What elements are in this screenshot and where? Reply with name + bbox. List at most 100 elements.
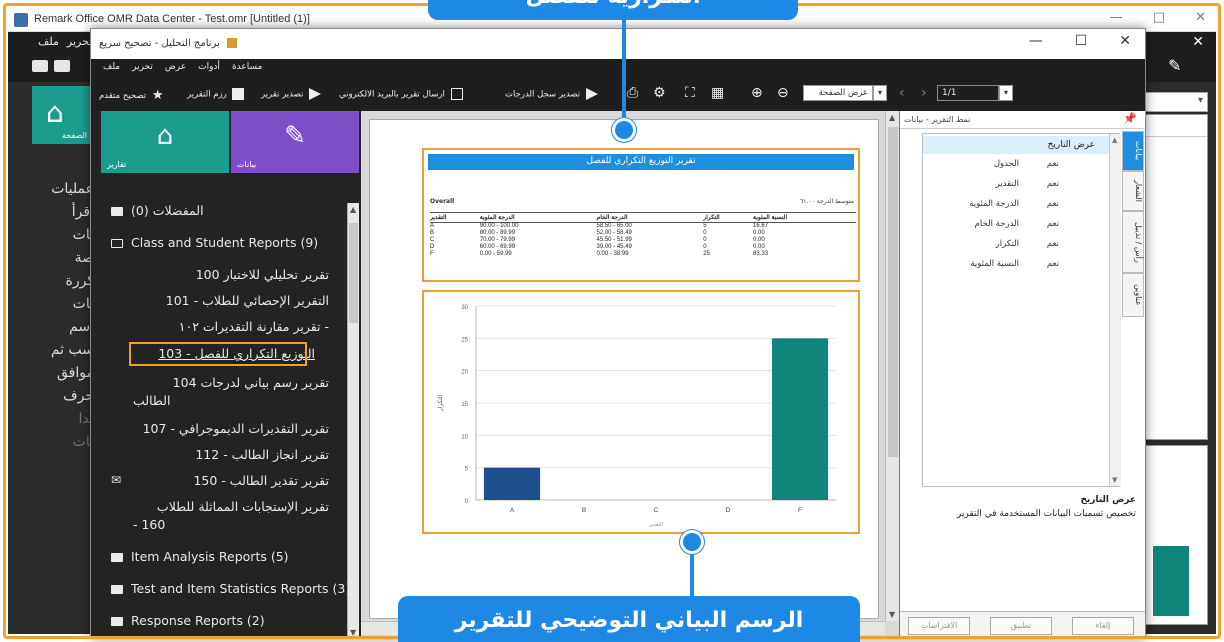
bg-sidebar-item[interactable]: لدا (28, 408, 94, 431)
folder-icon (111, 207, 123, 216)
apply-button[interactable]: تطبيق (990, 617, 1052, 635)
tree-item-104[interactable]: تقرير رسم بياني لدرجات 104 (173, 375, 329, 390)
tree-item-102[interactable]: - تقرير مقارنة التقديرات ١٠٢ (179, 319, 329, 334)
scroll-up-icon[interactable]: ▲ (1112, 136, 1117, 144)
bg-sidebar-item[interactable]: تات (28, 224, 94, 247)
maximize-button[interactable]: ☐ (1075, 33, 1088, 49)
bg-sidebar-item[interactable]: عمليات (28, 178, 94, 201)
list-item[interactable]: الجدول نعم (923, 156, 1119, 174)
pin-icon[interactable]: 📌 (1123, 112, 1137, 125)
tree-item-160-cont[interactable]: 160 - (133, 517, 165, 532)
reports-tile[interactable]: ⌂ تقارير (101, 111, 229, 173)
tree-folder-response[interactable]: Response Reports (2) (111, 613, 265, 628)
prev-page-icon[interactable]: ‹ (899, 85, 905, 101)
tree-item-104-cont[interactable]: الطالب (133, 393, 170, 408)
advanced-grade-button[interactable]: ★ تصحيح متقدم (99, 88, 163, 103)
settings-icon[interactable]: ⚙ (653, 85, 666, 101)
report-packets-button[interactable]: رزم التقرير (187, 88, 245, 100)
list-item[interactable]: الدرجة المئوية نعم (923, 196, 1119, 214)
tree-folder-class-student[interactable]: Class and Student Reports (9) (111, 235, 318, 250)
tree-item-150[interactable]: تقرير تقدير الطالب - 150 (193, 473, 329, 488)
close-button[interactable]: ✕ (1119, 33, 1131, 49)
preview-v-thumb[interactable] (888, 127, 898, 457)
scroll-up-icon[interactable]: ▲ (350, 205, 356, 214)
list-item[interactable]: التقدير نعم (923, 176, 1119, 194)
tab-data[interactable]: بيانات (1122, 131, 1144, 171)
next-page-icon[interactable]: › (921, 85, 927, 101)
minimize-button[interactable]: — (1110, 10, 1123, 25)
edit-icon[interactable]: ✎ (1168, 56, 1181, 75)
tree-scroll-thumb[interactable] (349, 223, 358, 323)
close-icon[interactable]: ✕ (1180, 450, 1191, 465)
menu-help[interactable]: مساعدة (232, 62, 262, 72)
export-report-button[interactable]: تصدير تقرير (261, 88, 322, 100)
tree-item-160[interactable]: تقرير الإستجابات المماثلة للطلاب (157, 499, 329, 514)
preview-v-scrollbar[interactable]: ▲ ▼ (885, 111, 899, 621)
data-tile[interactable]: ✎ بيانات (231, 111, 359, 173)
x-tick-label: A (510, 507, 515, 514)
tree-scrollbar[interactable]: ▲ ▼ (347, 203, 359, 639)
folder-icon[interactable] (54, 60, 70, 72)
settings-scrollbar[interactable]: ▲ ▼ (1109, 134, 1121, 486)
bg-inner-close-icon[interactable]: ✕ (1192, 34, 1204, 50)
bg-sidebar-item[interactable]: صة (28, 247, 94, 270)
print-icon[interactable]: ⎙ (627, 85, 638, 101)
bg-sidebar-item[interactable]: تات (28, 293, 94, 316)
list-item[interactable]: التكرار نعم (923, 236, 1119, 254)
table-cell: 0.00 (753, 237, 765, 243)
chevron-down-icon[interactable]: ▾ (873, 85, 887, 101)
table-cell: 52.00 - 58.49 (596, 230, 632, 236)
menu-edit[interactable]: تحرير (132, 62, 153, 72)
tab-titles[interactable]: عناوين (1122, 273, 1144, 317)
fullscreen-icon[interactable]: ⛶ (685, 85, 695, 101)
cancel-button[interactable]: إلغاء (1072, 617, 1134, 635)
list-item[interactable]: النسبة المئوية نعم (923, 256, 1119, 274)
tree-folder-test-item-stats[interactable]: Test and Item Statistics Reports (3) (111, 581, 350, 596)
menu-view[interactable]: عرض (165, 62, 186, 72)
bg-sidebar-item[interactable]: حرف (28, 385, 94, 408)
tree-folder-item-analysis[interactable]: Item Analysis Reports (5) (111, 549, 289, 564)
tree-item-112[interactable]: تقرير انجاز الطالب - 112 (195, 447, 329, 462)
menu-tools[interactable]: أدوات (198, 62, 220, 72)
list-item-show-date[interactable]: عرض التاريخ (923, 136, 1119, 154)
tree-item-100[interactable]: تقرير تحليلي للاختبار 100 (196, 267, 329, 282)
tab-logo[interactable]: الشعار (1122, 171, 1144, 211)
bg-menu-file[interactable]: ملف (38, 35, 59, 48)
bg-sidebar-list: عمليات إقرأ تات صة كررة تات اسم سب ثم مو… (28, 178, 94, 454)
zoom-select[interactable]: عرض الصفحة (803, 85, 873, 101)
page-number-field[interactable]: 1/1 (937, 85, 999, 101)
bg-home-tile[interactable]: ⌂ الصفحة (32, 86, 90, 144)
close-button[interactable]: ✕ (1195, 10, 1206, 25)
tree-item-101[interactable]: التقرير الإحصائي للطلاب - 101 (166, 293, 329, 308)
zoom-in-icon[interactable]: ⊕ (751, 85, 763, 101)
email-report-button[interactable]: ارسال تقرير بالبريد الالكتروني (339, 88, 463, 100)
defaults-button[interactable]: الافتراضات (908, 617, 970, 635)
bg-window-controls: — □ ✕ (1110, 10, 1206, 25)
open-icon[interactable] (32, 60, 48, 72)
tab-header-footer[interactable]: رأس / تذييل (1122, 211, 1144, 273)
scroll-up-icon[interactable]: ▲ (889, 113, 895, 122)
bg-sidebar-item[interactable]: كررة (28, 270, 95, 293)
maximize-button[interactable]: □ (1153, 10, 1165, 25)
tree-item-107[interactable]: تقرير التقديرات الديموجرافي - 107 (143, 421, 329, 436)
tree-folder-favorites[interactable]: (0) المفضلات (111, 203, 204, 218)
bg-sidebar-item[interactable]: سب ثم (28, 339, 94, 362)
bg-menu-edit[interactable]: تحرير (67, 35, 92, 48)
scroll-down-icon[interactable]: ▼ (889, 610, 895, 619)
bg-sidebar-item[interactable]: اسم (28, 316, 94, 339)
minimize-button[interactable]: — (1029, 33, 1043, 49)
export-gradebook-button[interactable]: تصدير سجل الدرجات (505, 88, 598, 100)
style-panel-header: نمط التقرير - بيانات 📌 (900, 111, 1145, 129)
fg-titlebar: برنامج التحليل - تصحيح سريع — ☐ ✕ (91, 29, 1145, 59)
bg-sidebar-item[interactable]: تات (28, 431, 94, 454)
chevron-down-icon[interactable]: ▾ (999, 85, 1013, 101)
scroll-down-icon[interactable]: ▼ (350, 628, 356, 637)
zoom-out-icon[interactable]: ⊖ (777, 85, 789, 101)
bg-sidebar-item[interactable]: إقرأ (28, 201, 94, 224)
menu-file[interactable]: ملف (103, 62, 120, 72)
setting-value: نعم (1046, 159, 1059, 169)
grid-view-icon[interactable]: ▦ (711, 85, 724, 101)
list-item[interactable]: الدرجة الخام نعم (923, 216, 1119, 234)
bg-sidebar-item[interactable]: موافق (28, 362, 94, 385)
scroll-down-icon[interactable]: ▼ (1112, 476, 1117, 484)
